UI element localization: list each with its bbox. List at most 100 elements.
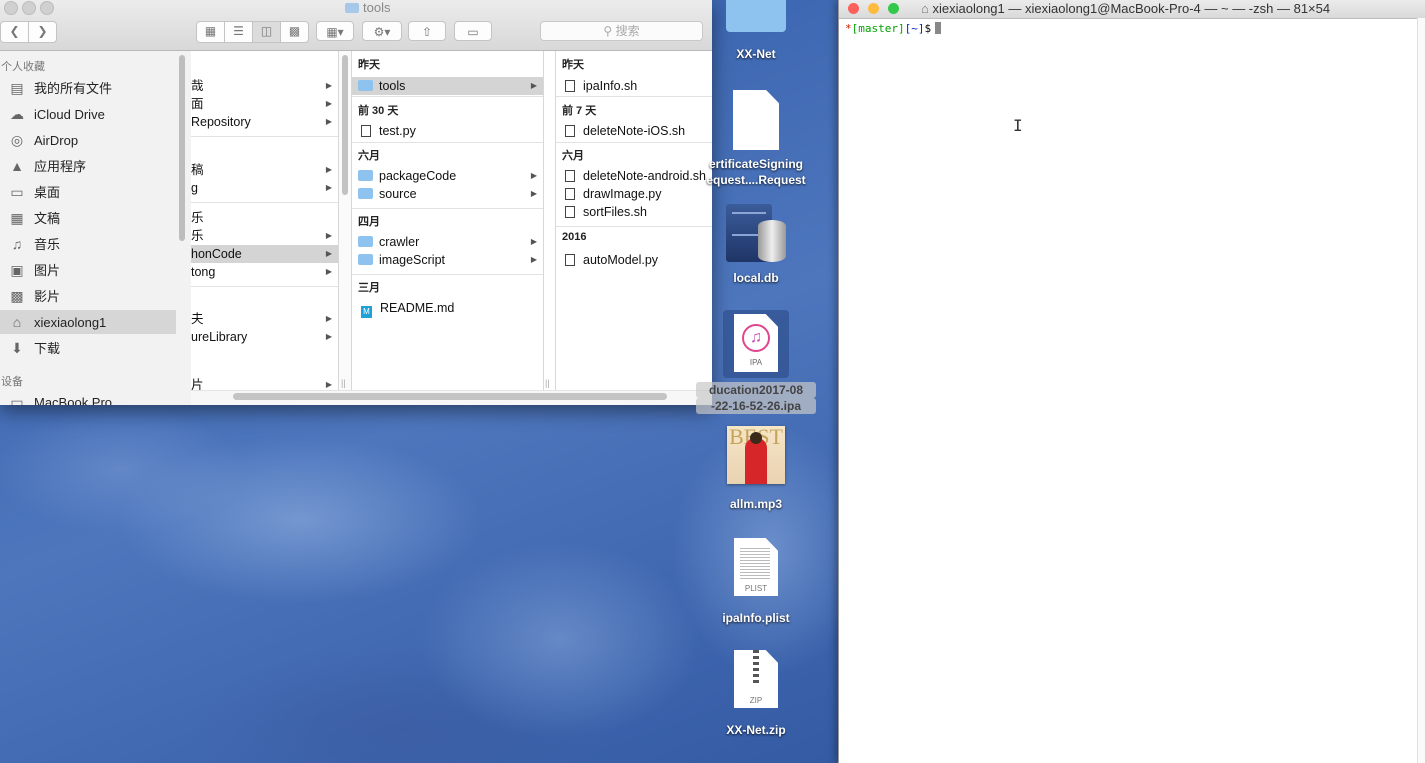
column-scrollbar[interactable] bbox=[342, 55, 348, 195]
chevron-right-icon: ▶ bbox=[325, 117, 332, 126]
minimize-button[interactable] bbox=[22, 1, 36, 15]
desktop-icon-plist[interactable]: PLIST ipaInfo.plist bbox=[696, 538, 816, 626]
list-item[interactable]: source ▶ bbox=[352, 185, 543, 203]
terminal-scrollbar[interactable] bbox=[1417, 18, 1425, 763]
desktop-icon-certificate-request[interactable]: ertificateSigning equest....Request bbox=[696, 90, 816, 188]
zoom-button[interactable] bbox=[888, 3, 899, 14]
album-cover-icon: BEST bbox=[727, 426, 785, 484]
zoom-button[interactable] bbox=[40, 1, 54, 15]
sidebar-item-icloud[interactable]: ☁ iCloud Drive bbox=[0, 102, 176, 126]
script-file-icon bbox=[565, 125, 575, 137]
action-gear-button[interactable]: ⚙▾ bbox=[362, 21, 402, 41]
close-button[interactable] bbox=[848, 3, 859, 14]
share-button[interactable]: ⇧ bbox=[408, 21, 446, 41]
sidebar-item-macbook[interactable]: ▭ MacBook Pro bbox=[0, 390, 176, 405]
sidebar-item-movies[interactable]: ▩ 影片 bbox=[0, 284, 176, 308]
terminal-title: ⌂ xiexiaolong1 — xiexiaolong1@MacBook-Pr… bbox=[921, 1, 1330, 16]
list-item[interactable]: deleteNote-android.sh bbox=[556, 167, 712, 185]
sidebar-item-documents[interactable]: ▦ 文稿 bbox=[0, 206, 176, 230]
sidebar-item-home[interactable]: ⌂ xiexiaolong1 bbox=[0, 310, 176, 334]
search-field[interactable]: ⚲ 搜索 bbox=[540, 21, 703, 41]
list-item[interactable]: packageCode ▶ bbox=[352, 167, 543, 185]
list-item[interactable]: honCode ▶ bbox=[191, 245, 338, 263]
minimize-button[interactable] bbox=[868, 3, 879, 14]
icon-view-button[interactable]: ▦ bbox=[197, 22, 225, 42]
database-icon bbox=[724, 202, 788, 264]
list-item-label: ipaInfo.sh bbox=[583, 79, 638, 93]
desktop-icon-mp3[interactable]: BEST allm.mp3 bbox=[696, 426, 816, 512]
terminal-window[interactable]: ⌂ xiexiaolong1 — xiexiaolong1@MacBook-Pr… bbox=[838, 0, 1425, 763]
coverflow-view-button[interactable]: ▩ bbox=[281, 22, 308, 42]
list-item[interactable]: 片 ▶ bbox=[191, 376, 338, 391]
list-item[interactable]: ureLibrary ▶ bbox=[191, 328, 338, 346]
desktop-icon-ipa[interactable]: ♫ IPA ducation2017-08 -22-16-52-26.ipa bbox=[696, 310, 816, 414]
list-item[interactable]: 乐 ▶ bbox=[191, 227, 338, 245]
ibeam-cursor-icon: I bbox=[1013, 116, 1023, 135]
list-item[interactable]: Repository ▶ bbox=[191, 113, 338, 131]
list-item[interactable]: 面 ▶ bbox=[191, 95, 338, 113]
list-item[interactable]: 夫 ▶ bbox=[191, 310, 338, 328]
arrange-button[interactable]: ▦▾ bbox=[316, 21, 354, 41]
back-button[interactable]: ❮ bbox=[1, 22, 29, 42]
music-icon: ♫ bbox=[11, 236, 23, 252]
file-type-badge: ZIP bbox=[749, 696, 763, 705]
sidebar-item-airdrop[interactable]: ◎ AirDrop bbox=[0, 128, 176, 152]
column-resize-handle[interactable]: || bbox=[545, 378, 550, 388]
list-item[interactable]: test.py bbox=[352, 122, 543, 140]
chevron-right-icon: ▶ bbox=[325, 231, 332, 240]
list-item[interactable]: tong ▶ bbox=[191, 263, 338, 281]
list-item[interactable]: drawImage.py bbox=[556, 185, 712, 203]
chevron-right-icon: ▶ bbox=[530, 189, 537, 198]
list-item-label: autoModel.py bbox=[583, 253, 659, 267]
desktop-icon-zip[interactable]: ZIP XX-Net.zip bbox=[696, 650, 816, 738]
sidebar-item-music[interactable]: ♫ 音乐 bbox=[0, 232, 176, 256]
list-item[interactable]: tools ▶ bbox=[352, 77, 543, 95]
forward-button[interactable]: ❯ bbox=[29, 22, 56, 42]
list-item[interactable]: crawler ▶ bbox=[352, 233, 543, 251]
list-item[interactable]: 哉 ▶ bbox=[191, 77, 338, 95]
desktop-icon-local-db[interactable]: local.db bbox=[696, 202, 816, 286]
column-resize-handle[interactable]: || bbox=[341, 378, 346, 388]
list-item[interactable]: imageScript ▶ bbox=[352, 251, 543, 269]
chevron-right-icon: ▶ bbox=[325, 314, 332, 323]
desktop-icon-xx-net[interactable]: XX-Net bbox=[696, 0, 816, 62]
group-header: 前 7 天 bbox=[562, 105, 597, 117]
list-item[interactable]: deleteNote-iOS.sh bbox=[556, 122, 712, 140]
chevron-right-icon: ▶ bbox=[325, 183, 332, 192]
column-view-button[interactable]: ◫ bbox=[253, 22, 281, 42]
finder-sidebar: 个人收藏 ▤ 我的所有文件 ☁ iCloud Drive ◎ AirDrop ▲ 应用程… bbox=[0, 51, 191, 405]
divider bbox=[352, 96, 543, 97]
tag-button[interactable]: ▭ bbox=[454, 21, 492, 41]
list-item[interactable]: 稿 ▶ bbox=[191, 161, 338, 179]
list-item[interactable]: autoModel.py bbox=[556, 251, 712, 269]
list-item-label: 哉 bbox=[191, 79, 204, 93]
sidebar-item-applications[interactable]: ▲ 应用程序 bbox=[0, 154, 176, 178]
list-item[interactable]: g ▶ bbox=[191, 179, 338, 197]
list-item[interactable]: ipaInfo.sh bbox=[556, 77, 712, 95]
list-item-label: 夫 bbox=[191, 312, 204, 326]
sidebar-scrollbar[interactable] bbox=[179, 55, 185, 241]
list-item[interactable]: sortFiles.sh bbox=[556, 203, 712, 221]
cloud-icon: ☁ bbox=[10, 106, 24, 122]
view-mode-selector: ▦ ☰ ◫ ▩ bbox=[196, 21, 309, 43]
terminal-titlebar[interactable]: ⌂ xiexiaolong1 — xiexiaolong1@MacBook-Pr… bbox=[839, 0, 1425, 19]
close-button[interactable] bbox=[4, 1, 18, 15]
sidebar-item-label: 应用程序 bbox=[34, 159, 87, 174]
horizontal-scrollbar[interactable] bbox=[233, 393, 667, 400]
group-header: 六月 bbox=[358, 150, 380, 162]
sidebar-item-desktop[interactable]: ▭ 桌面 bbox=[0, 180, 176, 204]
group-header: 昨天 bbox=[358, 59, 380, 71]
list-view-button[interactable]: ☰ bbox=[225, 22, 253, 42]
list-item[interactable]: 乐 bbox=[191, 209, 338, 227]
column-divider[interactable] bbox=[543, 51, 544, 390]
sidebar-item-pictures[interactable]: ▣ 图片 bbox=[0, 258, 176, 282]
list-item-label: packageCode bbox=[379, 169, 457, 183]
chevron-right-icon: ▶ bbox=[325, 99, 332, 108]
sidebar-item-downloads[interactable]: ⬇ 下载 bbox=[0, 336, 176, 360]
chevron-right-icon: ▶ bbox=[530, 171, 537, 180]
sidebar-item-all-files[interactable]: ▤ 我的所有文件 bbox=[0, 76, 176, 100]
list-item-label: deleteNote-android.sh bbox=[583, 169, 706, 183]
text-cursor bbox=[935, 22, 942, 34]
chevron-right-icon: ▶ bbox=[325, 165, 332, 174]
list-item[interactable]: M README.md bbox=[352, 299, 543, 318]
